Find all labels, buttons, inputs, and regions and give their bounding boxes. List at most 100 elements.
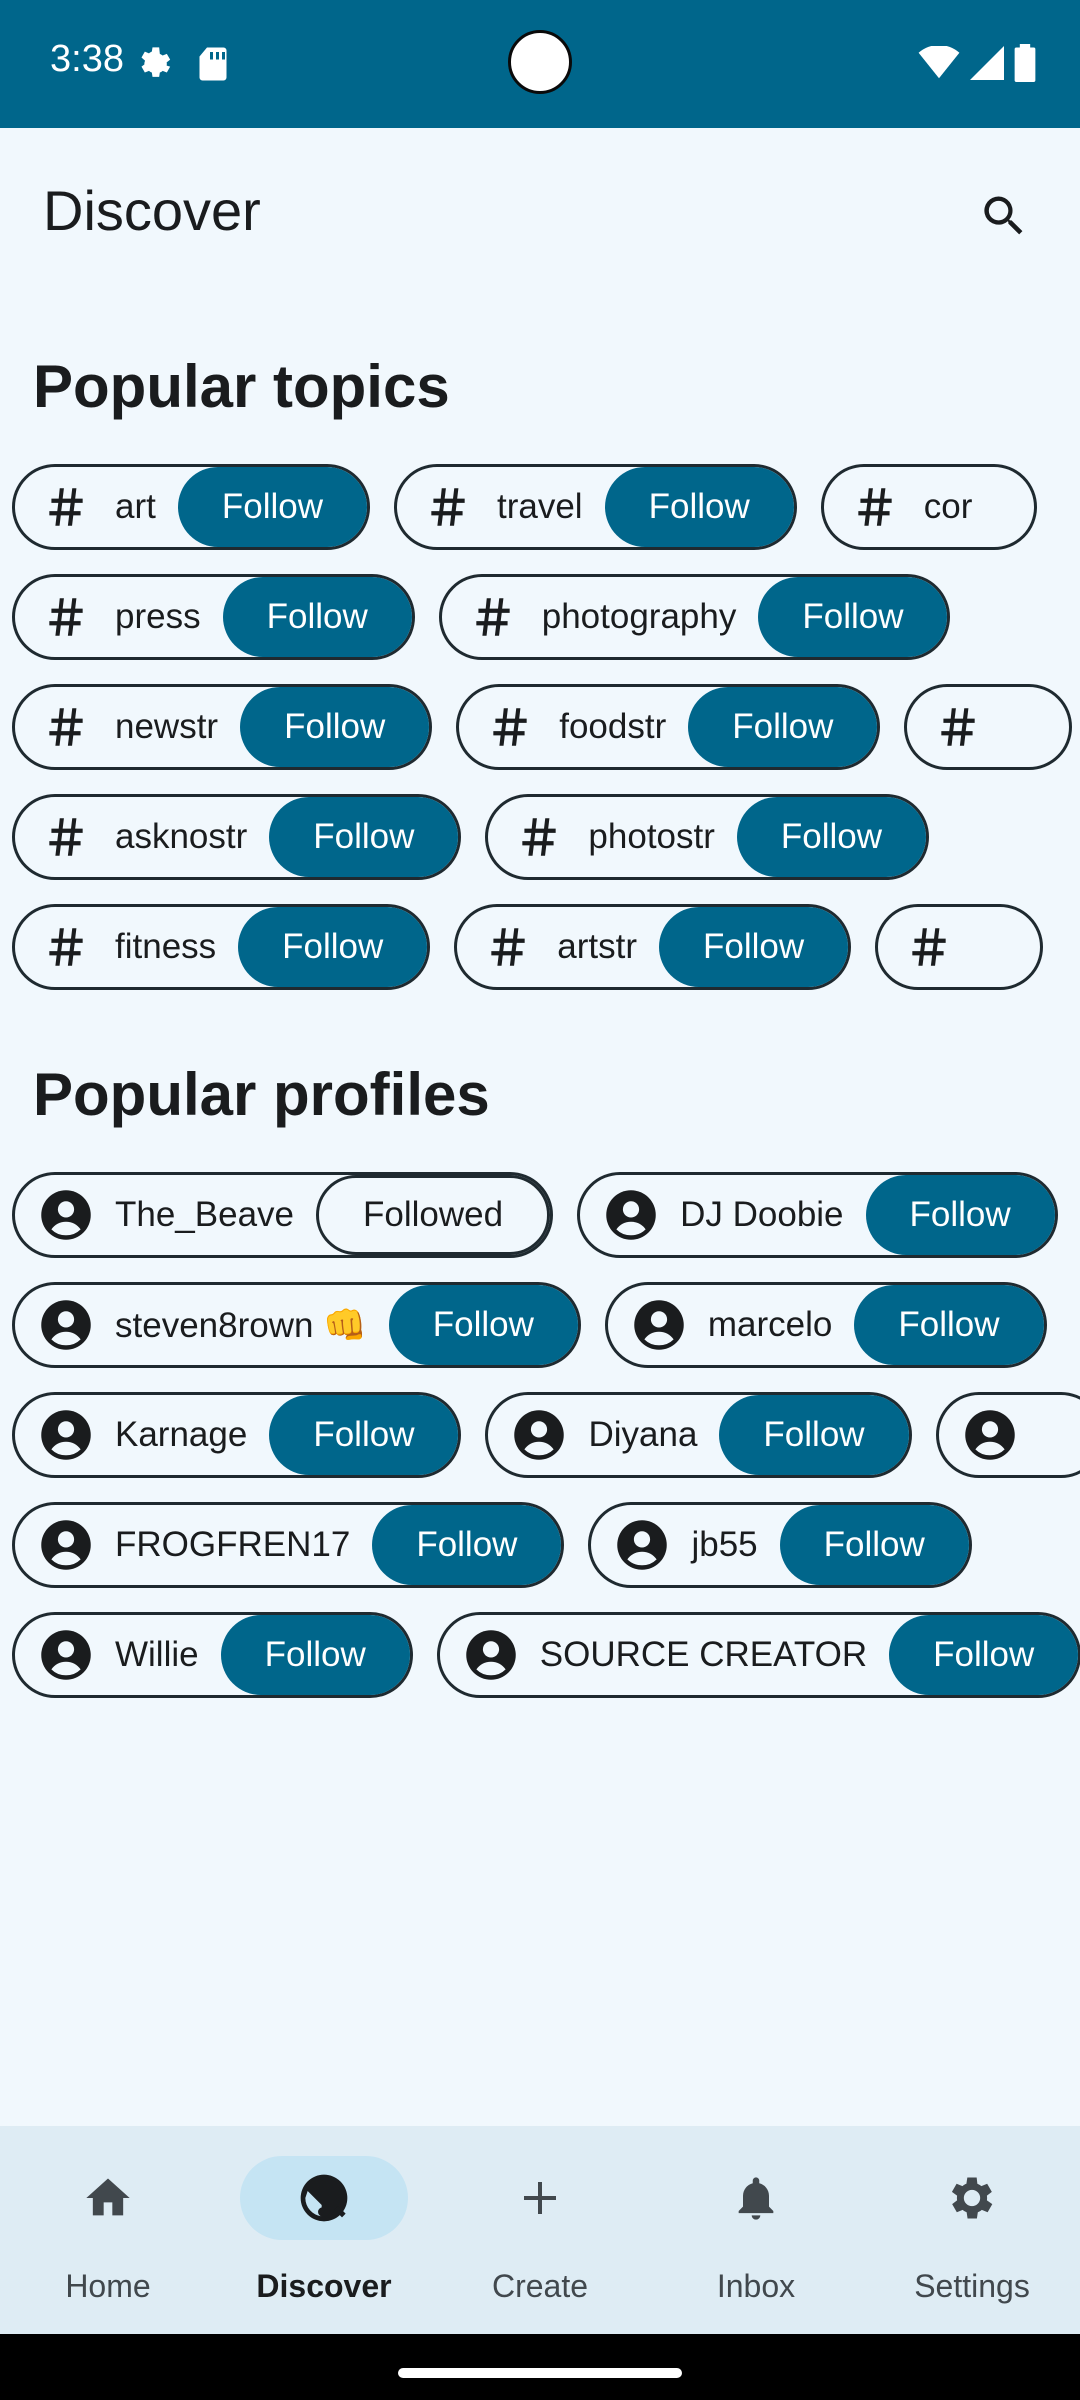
follow-button[interactable]: Follow	[736, 797, 927, 877]
nav-item-discover[interactable]: Discover	[216, 2126, 432, 2334]
follow-button[interactable]: Follow	[238, 907, 428, 987]
follow-button[interactable]: Follow	[177, 467, 367, 547]
profile-chip-label: jb55	[691, 1525, 758, 1564]
followed-button[interactable]: Followed	[316, 1175, 551, 1255]
nav-pill-create	[456, 2156, 624, 2240]
follow-button[interactable]: Follow	[388, 1285, 578, 1365]
hashtag-icon	[39, 810, 93, 864]
nav-pill-home	[24, 2156, 192, 2240]
nav-item-inbox[interactable]: Inbox	[648, 2126, 864, 2334]
nav-label-home: Home	[65, 2268, 151, 2304]
nav-item-create[interactable]: Create	[432, 2126, 648, 2334]
topic-chip-artstr[interactable]: artstr Follow	[454, 904, 852, 990]
nav-item-home[interactable]: Home	[0, 2126, 216, 2334]
profile-chip-source-creator[interactable]: SOURCE CREATOR Follow	[436, 1612, 1080, 1698]
profile-chip-dj-doobie[interactable]: DJ Doobie Follow	[577, 1172, 1058, 1258]
follow-button[interactable]: Follow	[688, 687, 878, 767]
hashtag-icon	[421, 480, 475, 534]
profile-chip-the-beave[interactable]: The_Beave Followed	[12, 1172, 554, 1258]
follow-button[interactable]: Follow	[269, 1395, 459, 1475]
gesture-handle[interactable]	[398, 2368, 682, 2378]
profile-chip-label: Diyana	[588, 1415, 698, 1454]
bottom-navigation: Home Discover Create Inbox Settings	[0, 2126, 1080, 2334]
profile-chip-item[interactable]	[935, 1392, 1080, 1478]
topic-chip-label: foodstr	[559, 707, 667, 746]
follow-button[interactable]: Follow	[220, 1615, 410, 1695]
hashtag-icon	[39, 480, 93, 534]
topic-chip-asknostr[interactable]: asknostr Follow	[12, 794, 462, 880]
follow-button[interactable]: Follow	[240, 687, 430, 767]
gesture-area	[0, 2334, 1080, 2400]
follow-button[interactable]: Follow	[779, 1505, 969, 1585]
topic-chip-photography[interactable]: photography Follow	[438, 574, 951, 660]
hashtag-icon	[931, 700, 985, 754]
plus-icon	[524, 2182, 556, 2214]
topic-chip-label: photography	[541, 597, 737, 636]
hashtag-icon	[902, 920, 956, 974]
topic-chip-art[interactable]: art Follow	[12, 464, 370, 550]
search-button[interactable]	[970, 182, 1038, 250]
camera-cutout	[508, 30, 572, 94]
profile-chip-jb55[interactable]: jb55 Follow	[588, 1502, 972, 1588]
profile-chip-label: DJ Doobie	[680, 1195, 844, 1234]
topic-chip-newstr[interactable]: newstr Follow	[12, 684, 433, 770]
hashtag-icon	[481, 920, 535, 974]
hashtag-icon	[39, 920, 93, 974]
status-bar: 3:38	[0, 0, 1080, 128]
follow-button[interactable]: Follow	[269, 797, 459, 877]
follow-button[interactable]: Follow	[372, 1505, 562, 1585]
user-avatar-icon	[615, 1518, 669, 1572]
follow-button[interactable]: Follow	[604, 467, 794, 547]
topic-row: asknostr Follow photostr Follow	[12, 794, 930, 880]
follow-button[interactable]: Follow	[659, 907, 849, 987]
topic-chip-label: newstr	[115, 707, 219, 746]
user-avatar-icon	[963, 1408, 1017, 1462]
profile-chip-label: The_Beave	[115, 1195, 295, 1234]
topic-chip-label: artstr	[557, 927, 638, 966]
topic-chip-cor[interactable]: cor	[820, 464, 1038, 550]
topic-chip-item[interactable]	[875, 904, 1044, 990]
popular-profiles-heading: Popular profiles	[33, 1061, 490, 1128]
topic-chip-travel[interactable]: travel Follow	[394, 464, 797, 550]
profile-chip-willie[interactable]: Willie Follow	[12, 1612, 413, 1698]
profile-chip-steven8rown[interactable]: steven8rown 👊 Follow	[12, 1282, 581, 1368]
topic-row: newstr Follow foodstr Follow	[12, 684, 1073, 770]
follow-button[interactable]: Follow	[719, 1395, 909, 1475]
follow-button[interactable]: Follow	[865, 1175, 1055, 1255]
sd-card-icon	[199, 47, 227, 81]
profile-chip-frogfren17[interactable]: FROGFREN17 Follow	[12, 1502, 565, 1588]
popular-topics-heading: Popular topics	[33, 353, 450, 420]
topic-chip-fitness[interactable]: fitness Follow	[12, 904, 431, 990]
nav-label-inbox: Inbox	[716, 2268, 796, 2304]
profile-chip-label: SOURCE CREATOR	[539, 1635, 868, 1674]
topic-chip-label: fitness	[115, 927, 217, 966]
nav-label-create: Create	[491, 2268, 589, 2304]
follow-button[interactable]: Follow	[758, 577, 948, 657]
follow-button[interactable]: Follow	[854, 1285, 1044, 1365]
topic-chip-foodstr[interactable]: foodstr Follow	[456, 684, 881, 770]
user-avatar-icon	[39, 1188, 93, 1242]
nav-item-settings[interactable]: Settings	[864, 2126, 1080, 2334]
profile-chip-label: FROGFREN17	[115, 1525, 351, 1564]
topic-chip-label: asknostr	[115, 817, 248, 856]
profile-chip-marcelo[interactable]: marcelo Follow	[604, 1282, 1047, 1368]
profile-chip-karnage[interactable]: Karnage Follow	[12, 1392, 462, 1478]
user-avatar-icon	[39, 1408, 93, 1462]
user-avatar-icon	[39, 1298, 93, 1352]
profile-row: The_Beave Followed DJ Doobie Follow	[12, 1172, 1058, 1258]
bell-icon	[738, 2177, 774, 2220]
gear-icon	[951, 2177, 993, 2219]
profile-chip-label: marcelo	[707, 1305, 833, 1344]
follow-button[interactable]: Follow	[222, 577, 412, 657]
topic-chip-item[interactable]	[904, 684, 1073, 770]
topic-chip-label: press	[115, 597, 201, 636]
status-time: 3:38	[50, 38, 124, 80]
hashtag-icon	[848, 480, 902, 534]
follow-button[interactable]: Follow	[889, 1615, 1079, 1695]
topic-chip-press[interactable]: press Follow	[12, 574, 415, 660]
topic-chip-photostr[interactable]: photostr Follow	[485, 794, 930, 880]
hashtag-icon	[483, 700, 537, 754]
topic-row: fitness Follow artstr Follow	[12, 904, 1044, 990]
hashtag-icon	[39, 590, 93, 644]
profile-chip-diyana[interactable]: Diyana Follow	[485, 1392, 912, 1478]
